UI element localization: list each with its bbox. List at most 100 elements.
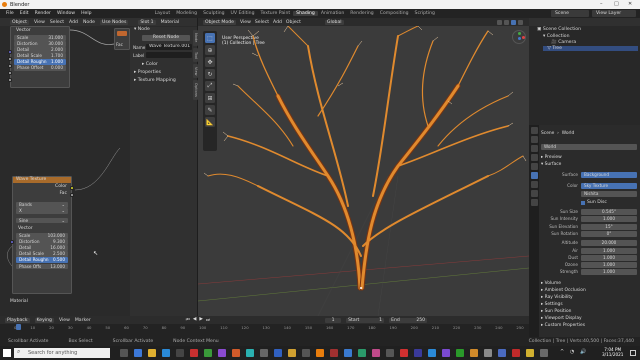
app-icon[interactable] [288, 349, 296, 357]
tray-chevron-icon[interactable]: ^ [560, 349, 564, 355]
tab-animation[interactable]: Animation [318, 11, 347, 16]
view-layer-props-icon[interactable] [530, 154, 538, 161]
sky-type-dropdown[interactable]: Nishita [541, 191, 637, 197]
scene-selector[interactable]: Scene [551, 10, 589, 17]
app-icon[interactable] [246, 349, 254, 357]
ozone-field[interactable]: Ozone 1.000 [541, 262, 637, 268]
vp-add-menu[interactable]: Add [273, 20, 282, 25]
color-section[interactable]: ▸ Color [142, 62, 158, 67]
play-icon[interactable]: ▶ [199, 317, 203, 323]
tab-compositing[interactable]: Compositing [377, 11, 412, 16]
app-icon[interactable] [498, 349, 506, 357]
transform-tool-icon[interactable]: ⊞ [205, 93, 215, 103]
wave-distortion-field[interactable]: Distortion 9.300 [16, 239, 68, 245]
browser-icon[interactable] [162, 349, 170, 357]
top-node-panel[interactable]: Vector Scale 31.000 Distortion 30.000 Deta… [10, 26, 70, 88]
wave-scale-field[interactable]: Scale 103.000 [16, 233, 68, 239]
socket-icon[interactable] [10, 240, 14, 244]
app-icon[interactable] [204, 349, 212, 357]
app-icon[interactable] [526, 349, 534, 357]
start-frame-field[interactable]: Start 1 [346, 317, 385, 323]
tl-marker-menu[interactable]: Marker [75, 318, 91, 323]
menu-window[interactable]: Window [54, 11, 78, 16]
scene-props-icon[interactable] [530, 163, 538, 170]
tab-shading[interactable]: Shading [293, 11, 318, 16]
y-axis-icon[interactable] [518, 32, 521, 35]
socket-icon[interactable] [8, 50, 12, 54]
socket-icon[interactable] [8, 71, 12, 75]
socket-icon[interactable] [8, 57, 12, 61]
wireframe-shading-icon[interactable] [497, 19, 502, 25]
z-axis-icon[interactable] [518, 37, 521, 40]
ray-visibility-section[interactable]: ▸ Ray Visibility [541, 295, 637, 301]
app-icon[interactable] [386, 349, 394, 357]
surface-row[interactable]: Surface Background [541, 172, 637, 178]
play-reverse-icon[interactable]: ◀ [193, 317, 197, 323]
current-frame-field[interactable]: 1 [325, 317, 342, 323]
app-icon[interactable] [344, 349, 352, 357]
vp-view-menu[interactable]: View [240, 20, 251, 25]
annotate-tool-icon[interactable]: ✎ [205, 105, 215, 115]
wave-detail-roughness-field[interactable]: Detail Roughn 0.500 [16, 257, 68, 263]
end-frame-field[interactable]: End 250 [389, 317, 428, 323]
tab-modeling[interactable]: Modeling [173, 11, 200, 16]
socket-icon[interactable] [8, 64, 12, 68]
maximize-icon[interactable]: □ [614, 1, 619, 7]
app-icon[interactable] [190, 349, 198, 357]
task-view-icon[interactable] [120, 349, 128, 357]
outliner-collection[interactable]: ▾ Collection [543, 34, 570, 39]
app-icon[interactable] [442, 349, 450, 357]
navigation-gizmo[interactable] [512, 30, 526, 44]
solid-shading-icon[interactable] [504, 19, 509, 25]
keying-menu[interactable]: Keying [34, 317, 54, 323]
menu-edit[interactable]: Edit [17, 11, 32, 16]
measure-tool-icon[interactable]: 📐 [205, 117, 215, 127]
app-icon[interactable] [470, 349, 478, 357]
move-tool-icon[interactable]: ✥ [205, 57, 215, 67]
top-node-detail-scale-field[interactable]: Detail Scale 1.700 [14, 53, 66, 59]
outliner-tree[interactable]: ▽ Tree [543, 46, 638, 51]
wave-detail-field[interactable]: Detail 16.000 [16, 245, 68, 251]
material-shading-icon[interactable] [511, 19, 516, 25]
output-props-icon[interactable] [530, 145, 538, 152]
top-node-distortion-field[interactable]: Distortion 30.000 [14, 41, 66, 47]
outliner-scene-collection[interactable]: ▣ Scene Collection [537, 27, 581, 32]
sun-size-field[interactable]: Sun Size 0.545° [541, 209, 637, 215]
dust-field[interactable]: Dust 1.000 [541, 255, 637, 261]
menu-file[interactable]: File [3, 11, 17, 16]
object-props-icon[interactable] [530, 181, 538, 188]
jump-end-icon[interactable]: ⏭ [206, 317, 210, 323]
tab-layout[interactable]: Layout [152, 11, 174, 16]
close-icon[interactable]: ✕ [628, 1, 632, 7]
sun-intensity-field[interactable]: Sun Intensity 1.000 [541, 216, 637, 222]
playhead[interactable] [16, 324, 21, 330]
app-icon[interactable] [260, 349, 268, 357]
app-icon[interactable] [330, 349, 338, 357]
app-icon[interactable] [428, 349, 436, 357]
wave-texture-node[interactable]: Wave Texture Color Fac Bands ⌄ X ⌄ Sine ⌄ V… [12, 176, 72, 294]
sun-position-section[interactable]: ▸ Sun Position [541, 309, 637, 315]
minimize-icon[interactable]: – [600, 1, 603, 7]
top-node-phase-offset-field[interactable]: Phase Offset 0.000 [14, 65, 66, 71]
app-icon[interactable] [302, 349, 310, 357]
app-icon[interactable] [176, 349, 184, 357]
wave-detail-scale-field[interactable]: Detail Scale 2.500 [16, 251, 68, 257]
x-axis-icon[interactable] [522, 36, 525, 39]
wave-profile-dropdown[interactable]: Sine ⌄ [16, 217, 68, 224]
blender-taskbar-icon[interactable] [316, 349, 324, 357]
ambient-occlusion-section[interactable]: ▸ Ambient Occlusion [541, 288, 637, 294]
tab-texture-paint[interactable]: Texture Paint [258, 11, 294, 16]
node-label-field[interactable] [146, 52, 192, 58]
sun-rotation-field[interactable]: Sun Rotation 0° [541, 231, 637, 237]
network-icon[interactable]: ◔ [570, 349, 574, 355]
menu-help[interactable]: Help [78, 11, 94, 16]
scale-tool-icon[interactable]: ⤢ [205, 81, 215, 91]
app-icon[interactable] [512, 349, 520, 357]
select-box-tool-icon[interactable]: ⬚ [205, 33, 215, 43]
app-icon[interactable] [274, 349, 282, 357]
app-icon[interactable] [414, 349, 422, 357]
material-props-icon[interactable] [530, 199, 538, 206]
tab-uv-editing[interactable]: UV Editing [228, 11, 258, 16]
app-icon[interactable] [484, 349, 492, 357]
taskbar-search[interactable]: Search for anything [14, 348, 110, 358]
